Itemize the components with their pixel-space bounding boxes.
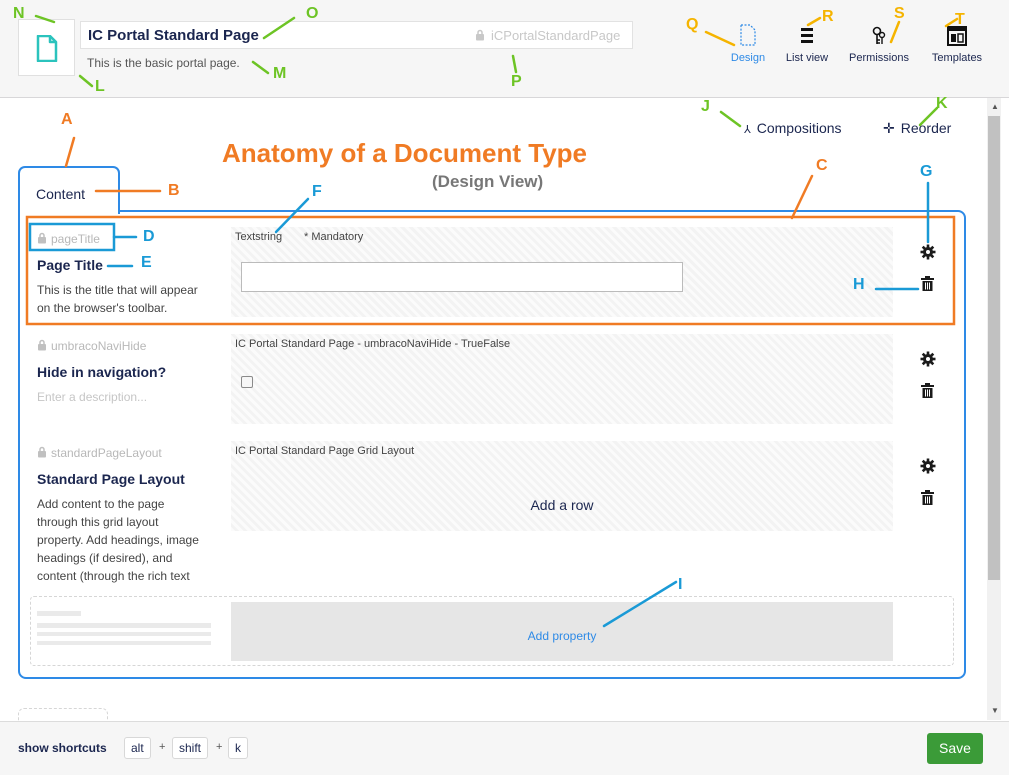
annotation-letter-e: E <box>141 254 152 271</box>
annotation-letter-o: O <box>306 5 319 22</box>
annotation-leader-f <box>274 197 310 234</box>
annotation-letter-d: D <box>143 228 155 245</box>
annotation-leader-o <box>262 16 296 40</box>
annotation-leader-c <box>790 174 814 220</box>
annotation-letter-a: A <box>61 111 73 128</box>
annotation-letter-f: F <box>312 183 322 200</box>
annotation-letter-j: J <box>701 98 710 115</box>
annotation-leader-l <box>78 74 94 88</box>
annotation-letter-m: M <box>273 65 287 82</box>
annotation-letter-c: C <box>816 157 828 174</box>
annotation-letter-g: G <box>920 163 933 180</box>
annotation-leader-s <box>889 20 901 44</box>
annotation-letter-q: Q <box>686 16 699 33</box>
annotation-leader-i <box>602 580 678 628</box>
annotation-letter-t: T <box>955 11 965 28</box>
annotation-letter-l: L <box>95 78 105 95</box>
annotation-letter-k: K <box>936 95 948 112</box>
annotation-leader-m <box>251 60 270 75</box>
annotation-leader-j <box>719 110 742 128</box>
annotation-highlight-alias <box>28 222 116 252</box>
annotation-letter-s: S <box>894 5 905 22</box>
annotation-leader-n <box>34 14 56 24</box>
annotation-letter-h: H <box>853 276 865 293</box>
annotation-leader-p <box>511 54 518 74</box>
annotation-letter-r: R <box>822 8 834 25</box>
annotation-letter-b: B <box>168 182 180 199</box>
annotation-letter-p: P <box>511 73 522 90</box>
annotation-leader-q <box>704 30 736 47</box>
annotation-letter-i: I <box>678 576 683 593</box>
annotation-leader-r <box>806 16 822 27</box>
annotation-highlight-property <box>25 215 956 326</box>
annotation-letter-n: N <box>13 5 25 22</box>
annotation-leader-k <box>918 106 939 127</box>
annotation-leader-a <box>64 136 76 168</box>
annotation-overlay <box>25 14 959 628</box>
